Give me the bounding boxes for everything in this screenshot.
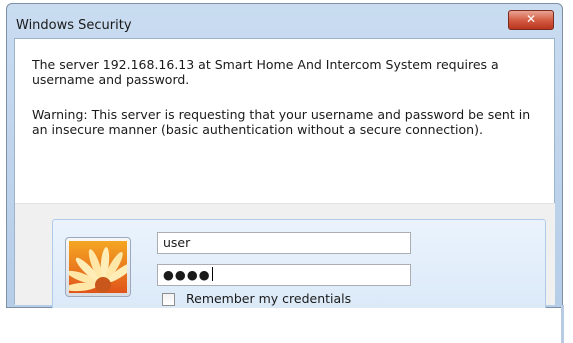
security-dialog: Windows Security ✕ user ●●●● Remember my… (6, 3, 563, 313)
close-icon: ✕ (525, 12, 537, 26)
remember-credentials-checkbox[interactable] (162, 293, 175, 306)
window-edge (561, 305, 564, 343)
credential-area: user ●●●● Remember my credentials (15, 203, 555, 313)
password-field[interactable]: ●●●● (157, 264, 411, 286)
text-caret (211, 267, 213, 281)
background-strip (0, 308, 573, 343)
flower-image (69, 241, 127, 293)
user-picture-flower-icon (65, 237, 131, 297)
title-bar[interactable]: Windows Security ✕ (7, 4, 562, 36)
server-message: The server 192.168.16.13 at Smart Home A… (32, 57, 499, 87)
credential-tile: user ●●●● Remember my credentials (52, 219, 546, 313)
warning-message: Warning: This server is requesting that … (32, 107, 531, 137)
password-value: ●●●● (163, 267, 211, 282)
remember-credentials-label[interactable]: Remember my credentials (186, 291, 351, 306)
close-button[interactable]: ✕ (508, 10, 554, 30)
window-title: Windows Security (16, 18, 132, 33)
username-field[interactable]: user (157, 232, 411, 254)
